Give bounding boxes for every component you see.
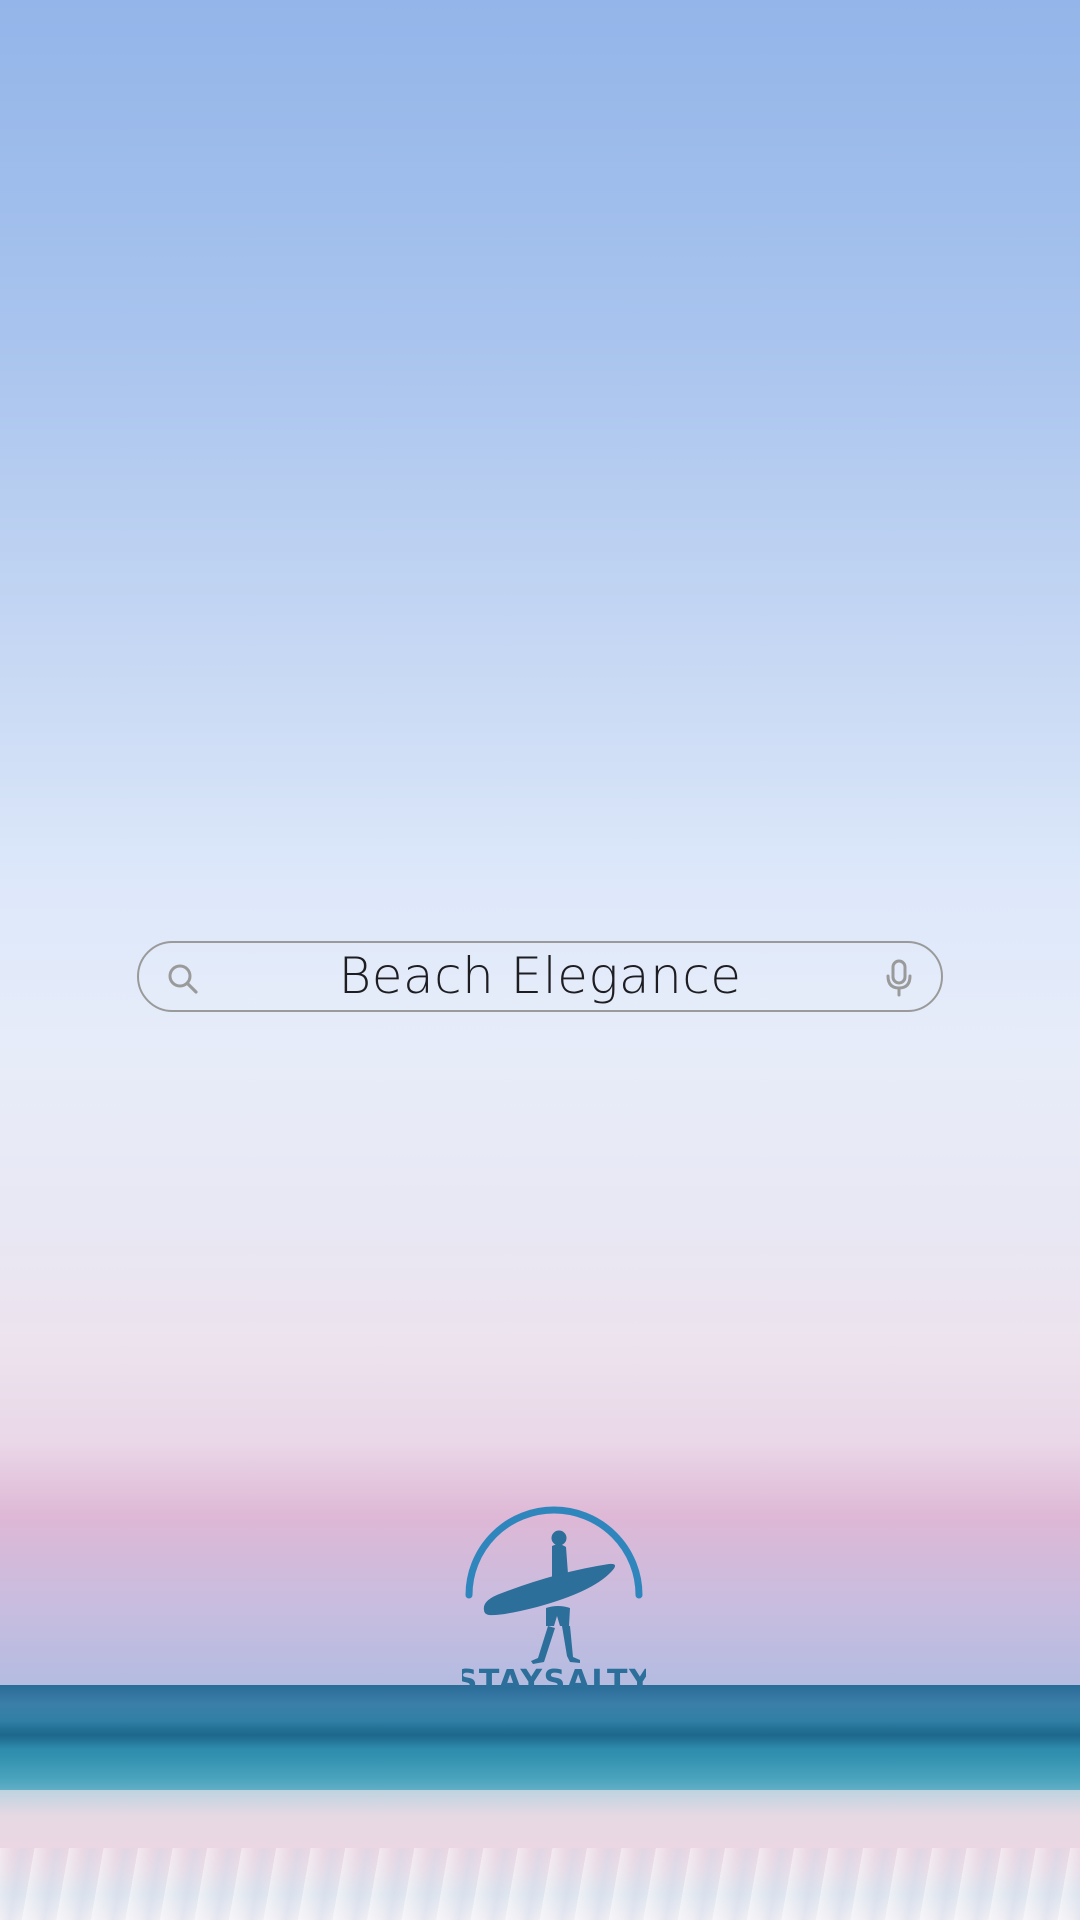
surfer-leg-right [562, 1626, 580, 1663]
staysalty-logo: STAYSALTY [462, 1506, 646, 1688]
search-icon[interactable] [165, 961, 201, 997]
surfer-leg-left [531, 1626, 555, 1664]
surfer-head [551, 1530, 567, 1546]
microphone-icon[interactable] [885, 959, 913, 997]
search-input[interactable]: Beach Elegance [219, 943, 861, 1009]
wave-foam [0, 1848, 1080, 1920]
logo-wordmark: STAYSALTY [462, 1664, 646, 1688]
search-bar[interactable]: Beach Elegance [137, 941, 943, 1012]
surfer-shorts [546, 1606, 570, 1626]
